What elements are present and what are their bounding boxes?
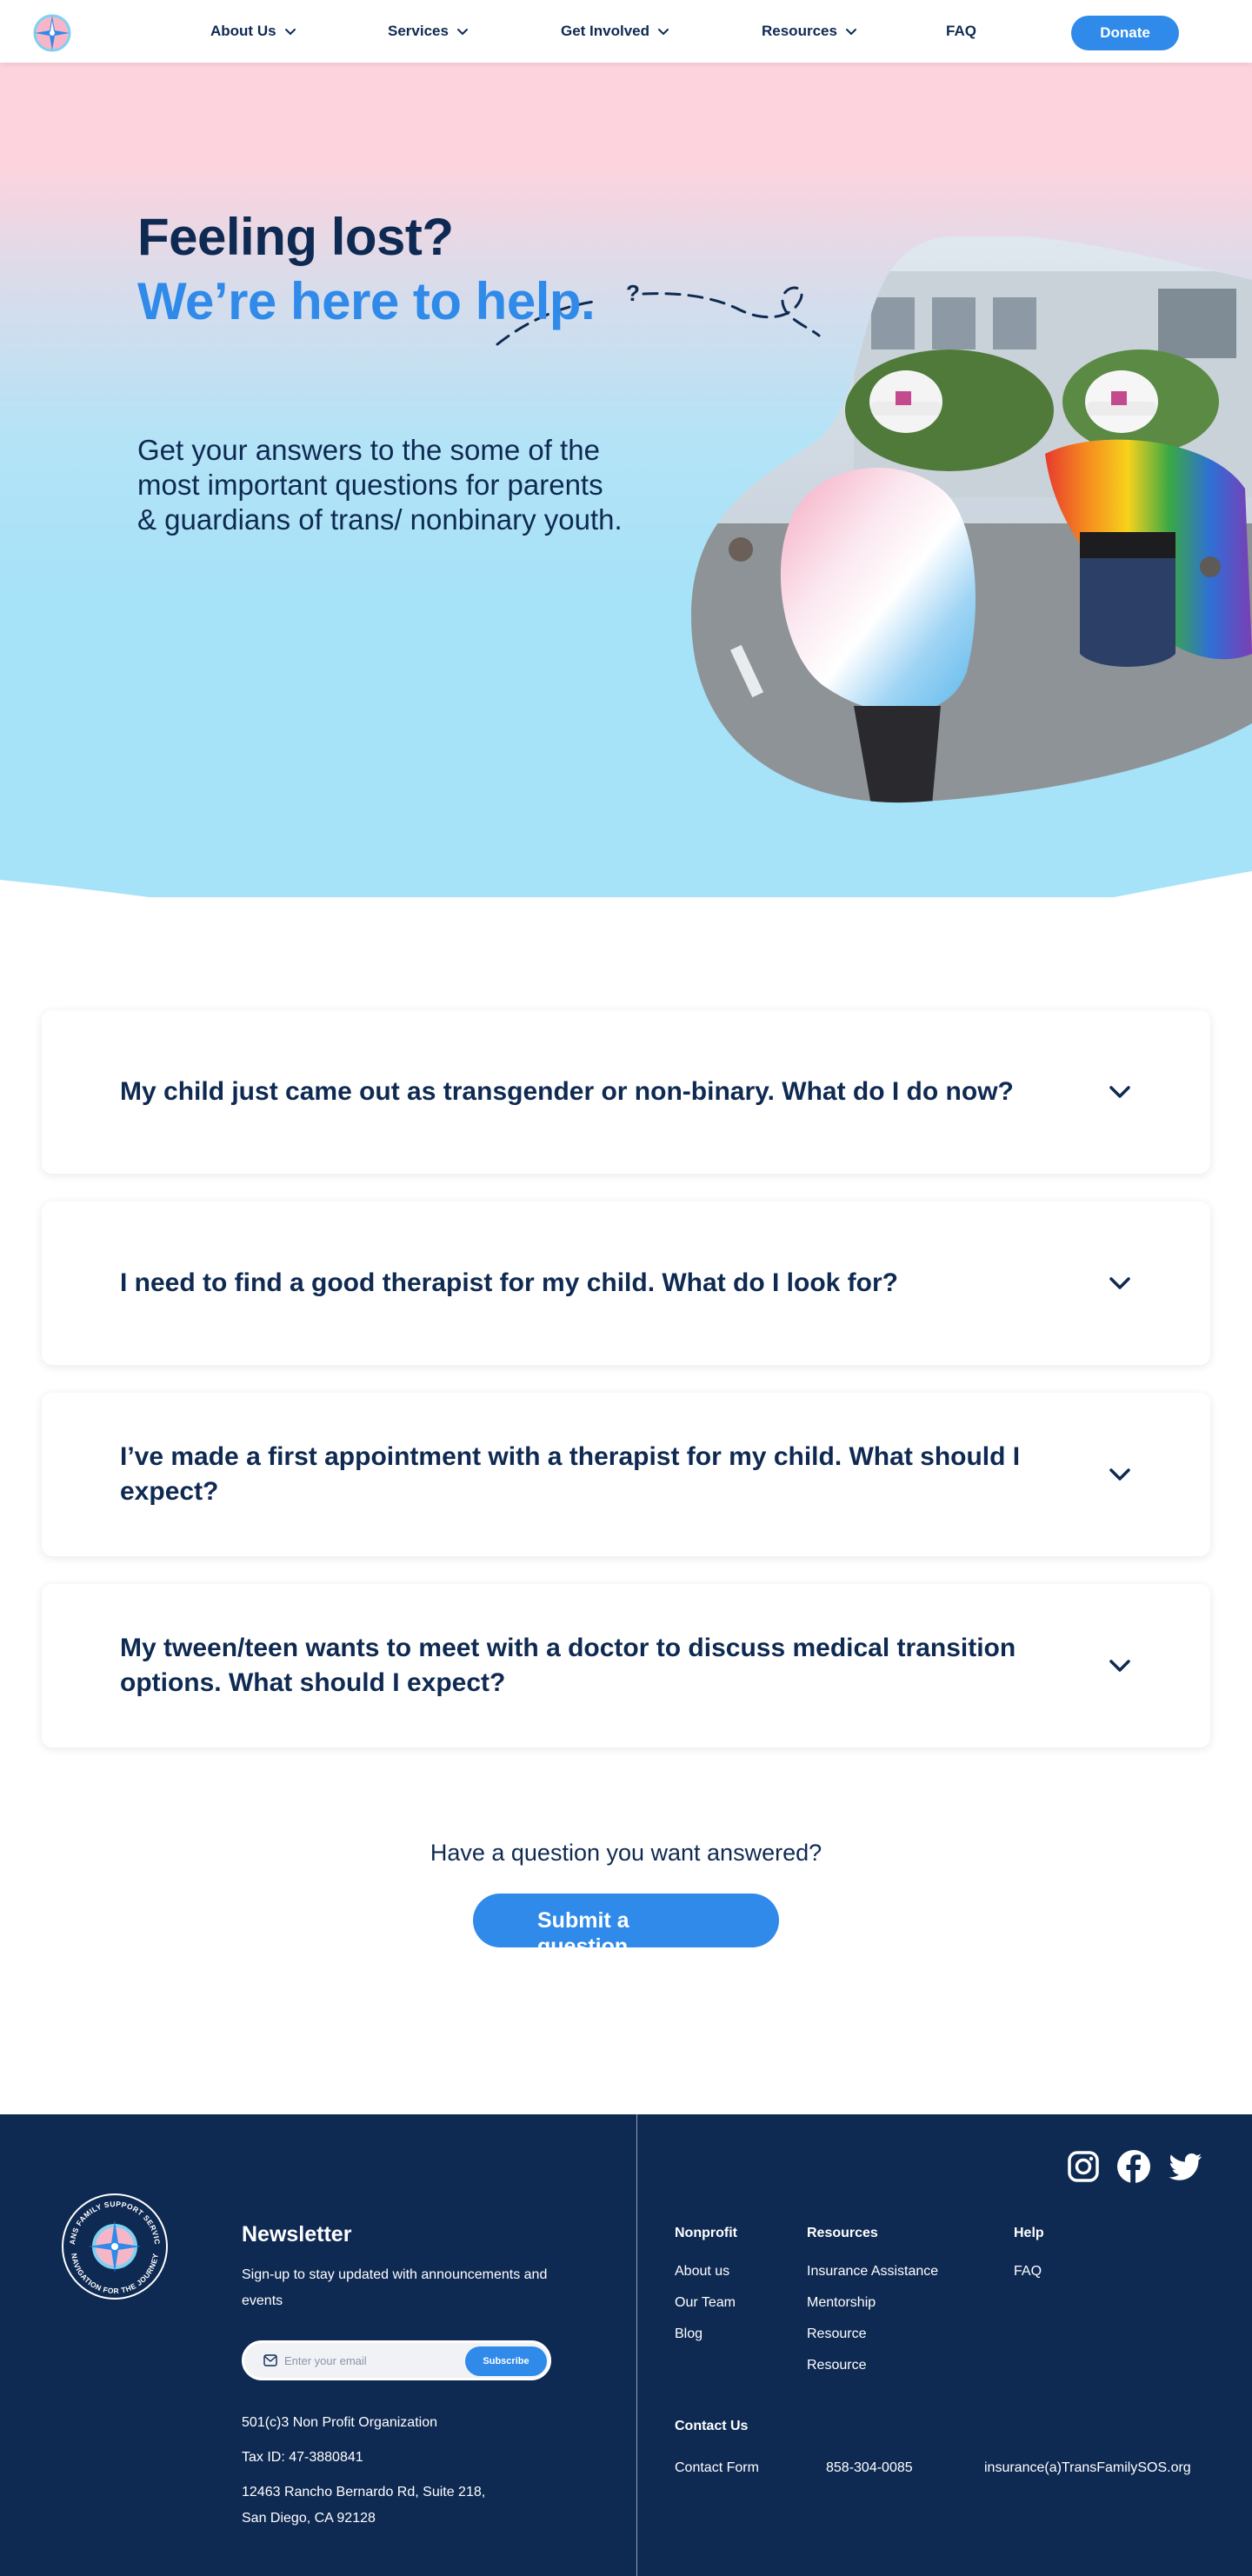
nav-about-us-label: About Us: [210, 23, 276, 39]
nav-faq[interactable]: FAQ: [946, 0, 976, 63]
footer-heading-nonprofit: Nonprofit: [675, 2226, 737, 2240]
footer-link-about-us[interactable]: About us: [675, 2264, 729, 2280]
footer-heading-contact: Contact Us: [675, 2419, 749, 2433]
top-navigation: About Us Services Get Involved Resources…: [0, 0, 1252, 63]
footer-divider: [636, 2114, 637, 2576]
organization-seal-logo: TRANS FAMILY SUPPORT SERVICES NAVIGATION…: [61, 2193, 168, 2300]
chevron-down-icon: [845, 29, 856, 36]
nav-faq-label: FAQ: [946, 23, 976, 39]
footer-email[interactable]: insurance(a)TransFamilySOS.org: [984, 2460, 1191, 2476]
compass-logo-icon[interactable]: [31, 12, 73, 54]
chevron-down-icon: [658, 29, 669, 36]
newsletter-email-input[interactable]: [284, 2350, 450, 2371]
submit-question-label: Submit a question: [537, 1908, 629, 1947]
hero-title: Feeling lost?: [137, 208, 454, 266]
faq-item[interactable]: I’ve made a first appointment with a the…: [42, 1393, 1210, 1556]
chevron-down-icon[interactable]: [1106, 1652, 1134, 1680]
twitter-icon[interactable]: [1169, 2149, 1203, 2184]
nav-services[interactable]: Services: [388, 0, 470, 63]
footer-link-insurance-assistance[interactable]: Insurance Assistance: [807, 2264, 938, 2280]
site-footer: TRANS FAMILY SUPPORT SERVICES NAVIGATION…: [0, 2114, 1252, 2576]
faq-item[interactable]: My child just came out as transgender or…: [42, 1010, 1210, 1174]
faq-question: My child just came out as transgender or…: [120, 1077, 1014, 1106]
footer-heading-resources: Resources: [807, 2226, 878, 2240]
chevron-down-icon[interactable]: [1106, 1078, 1134, 1106]
footer-link-resource[interactable]: Resource: [807, 2326, 866, 2342]
mail-icon: [263, 2354, 277, 2366]
nav-about-us[interactable]: About Us: [210, 0, 297, 63]
donate-button[interactable]: Donate: [1071, 16, 1179, 50]
footer-link-resource[interactable]: Resource: [807, 2358, 866, 2373]
faq-item[interactable]: I need to find a good therapist for my c…: [42, 1201, 1210, 1365]
address: 12463 Rancho Bernardo Rd, Suite 218, San…: [242, 2485, 486, 2526]
instagram-icon[interactable]: [1066, 2149, 1101, 2184]
footer-link-contact-form[interactable]: Contact Form: [675, 2460, 759, 2476]
nav-services-label: Services: [388, 23, 449, 39]
nav-get-involved[interactable]: Get Involved: [561, 0, 670, 63]
newsletter-title: Newsletter: [242, 2222, 352, 2247]
hero-tagline: We’re here to help.: [137, 272, 596, 330]
footer-link-mentorship[interactable]: Mentorship: [807, 2295, 876, 2311]
nav-get-involved-label: Get Involved: [561, 23, 650, 39]
faq-question: I need to find a good therapist for my c…: [120, 1268, 898, 1297]
footer-heading-help: Help: [1014, 2226, 1044, 2240]
chevron-down-icon: [284, 29, 296, 36]
submit-question-button[interactable]: Submit a question: [473, 1894, 779, 1947]
hero-wave-divider: [0, 871, 1252, 897]
newsletter-subtitle: Sign-up to stay updated with announcemen…: [242, 2267, 548, 2308]
svg-text:?: ?: [626, 280, 640, 306]
footer-phone[interactable]: 858-304-0085: [826, 2460, 913, 2476]
hero-photo-pride-parade: [690, 236, 1252, 803]
newsletter-form: Subscribe: [242, 2340, 551, 2380]
tax-id: Tax ID: 47-3880841: [242, 2450, 363, 2465]
nav-resources[interactable]: Resources: [762, 0, 858, 63]
faq-question: My tween/teen wants to meet with a docto…: [120, 1634, 1016, 1697]
chevron-down-icon[interactable]: [1106, 1269, 1134, 1297]
org-type: 501(c)3 Non Profit Organization: [242, 2415, 437, 2430]
hero-subtitle: Get your answers to the some of the most…: [137, 434, 623, 536]
footer-link-blog[interactable]: Blog: [675, 2326, 703, 2342]
nav-resources-label: Resources: [762, 23, 837, 39]
facebook-icon[interactable]: [1116, 2149, 1151, 2184]
footer-link-faq[interactable]: FAQ: [1014, 2264, 1042, 2280]
faq-item[interactable]: My tween/teen wants to meet with a docto…: [42, 1584, 1210, 1747]
faq-question: I’ve made a first appointment with a the…: [120, 1442, 1021, 1506]
chevron-down-icon[interactable]: [1106, 1461, 1134, 1488]
ask-question-prompt: Have a question you want answered?: [430, 1840, 822, 1866]
footer-link-our-team[interactable]: Our Team: [675, 2295, 736, 2311]
subscribe-button[interactable]: Subscribe: [465, 2346, 547, 2376]
chevron-down-icon: [456, 29, 468, 36]
hero-section: ? Feeling lost? We’re here to help. Get …: [0, 63, 1252, 897]
